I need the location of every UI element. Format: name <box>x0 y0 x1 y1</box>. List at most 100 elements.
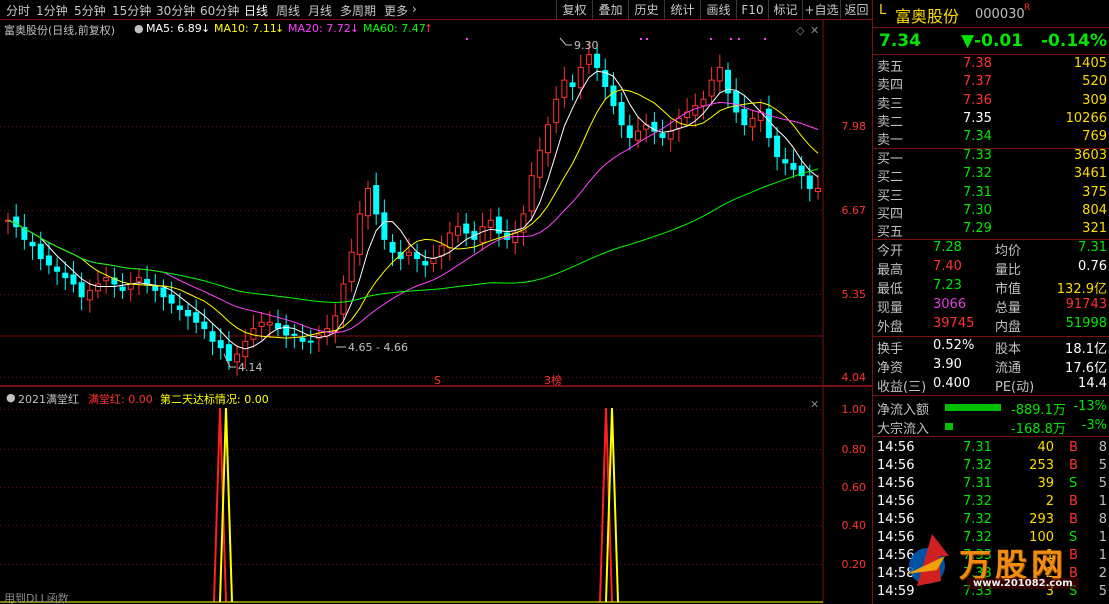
candle-body <box>45 255 52 266</box>
candle-body <box>700 98 707 107</box>
tab-60min[interactable]: 60分钟 <box>200 2 239 19</box>
price-row: 7.34 ▼-0.01 -0.14% <box>873 31 1109 53</box>
candle-body <box>225 344 232 361</box>
candle-body <box>659 133 666 138</box>
candle-body <box>774 135 781 158</box>
y-label-3: 5.35 <box>842 288 867 301</box>
candle-body <box>455 226 461 236</box>
candle-body <box>610 85 617 107</box>
ask-row: 卖四 7.37 520 <box>873 74 1109 93</box>
candle-body <box>708 79 715 97</box>
f10-button[interactable]: F10 <box>736 0 768 20</box>
ask-label: 卖三 <box>877 96 904 112</box>
tab-30min[interactable]: 30分钟 <box>156 2 195 19</box>
chart-title: 富奥股份(日线,前复权) <box>4 24 116 37</box>
candle-body <box>37 243 44 260</box>
bid-volume: 804 <box>1082 202 1107 218</box>
mark-button[interactable]: 标记 <box>768 0 802 20</box>
ma20-line <box>7 101 819 334</box>
candle-body <box>741 108 748 126</box>
kline-chart[interactable]: 7.98 6.67 5.35 4.04 1.00 0.80 0.60 0.40 … <box>0 20 872 604</box>
ask-price: 7.37 <box>963 74 992 90</box>
indicator-close-icon[interactable]: ✕ <box>810 398 819 411</box>
flows-divider <box>873 436 1109 437</box>
ask-label: 卖二 <box>877 114 904 130</box>
ma60-arrow-icon: ↑ <box>424 22 434 35</box>
close-icon[interactable]: ✕ <box>810 24 819 37</box>
ma20-arrow-icon: ↓ <box>350 22 360 35</box>
tab-15min[interactable]: 15分钟 <box>112 2 151 19</box>
candle-body <box>594 53 601 68</box>
flow-label: 大宗流入 <box>877 422 930 437</box>
stat2-value: 0.400 <box>933 376 971 391</box>
high-pointer <box>559 37 572 46</box>
ind-y-label-4: 0.40 <box>842 519 867 532</box>
tick-time: 14:56 <box>877 476 915 491</box>
stat-label-2: 均价 <box>995 244 1022 259</box>
tab-more[interactable]: 更多 <box>384 2 408 19</box>
candle-body <box>160 287 167 298</box>
y-label-1: 7.98 <box>842 120 867 133</box>
candle-body <box>365 187 371 217</box>
candle-body <box>553 98 560 123</box>
indicator-line1-legend: 满堂红: 0.00 <box>88 393 153 406</box>
more-chevron-icon[interactable]: › <box>412 2 417 16</box>
indicator-settings-icon[interactable]: ● <box>6 391 16 404</box>
diamond-icon[interactable]: ◇ <box>796 24 805 37</box>
candle-body <box>103 277 110 282</box>
candle-body <box>62 272 69 279</box>
tab-weekly[interactable]: 周线 <box>276 2 300 19</box>
tab-multi-period[interactable]: 多周期 <box>340 2 376 19</box>
candle-body <box>356 213 363 256</box>
stat-label: 最高 <box>877 263 904 278</box>
tab-5min[interactable]: 5分钟 <box>74 2 106 19</box>
flows-divider-top <box>873 395 1109 396</box>
history-button[interactable]: 历史 <box>628 0 664 20</box>
indicator-title: 2021满堂红 <box>18 393 79 406</box>
overlay-button[interactable]: 叠加 <box>592 0 628 20</box>
stats-button[interactable]: 统计 <box>664 0 700 20</box>
tab-monthly[interactable]: 月线 <box>308 2 332 19</box>
ma5-legend: MA5: 6.89 <box>146 22 202 35</box>
add-watchlist-button[interactable]: +自选 <box>802 0 840 20</box>
candle-body <box>422 261 429 266</box>
candle-body <box>782 159 789 164</box>
candle-body <box>806 175 813 189</box>
candle-body <box>307 340 314 343</box>
candle-body <box>446 232 453 249</box>
candle-body <box>299 337 306 342</box>
stat2-value: 3.90 <box>933 357 962 372</box>
tick-row: 14:56 7.32 253 B 5 <box>873 458 1109 477</box>
tick-volume: 2 <box>1045 494 1054 509</box>
candlesticks <box>5 40 821 376</box>
stat-label: 现量 <box>877 301 904 316</box>
tab-daily[interactable]: 日线 <box>244 2 268 19</box>
tick-side: B <box>1069 440 1078 455</box>
tab-fenshi[interactable]: 分时 <box>6 2 30 19</box>
stat-value: 7.28 <box>933 240 962 255</box>
stock-name: 富奥股份 <box>895 7 960 26</box>
stat2-row: 收益(三) 0.400 PE(动) 14.4 <box>873 376 1109 395</box>
stat2-row: 换手 0.52% 股本 18.1亿 <box>873 338 1109 357</box>
bid-volume: 3461 <box>1073 166 1107 182</box>
ma-settings-icon[interactable]: ● <box>134 22 144 35</box>
candle-body <box>626 125 633 138</box>
tick-side: B <box>1069 458 1078 473</box>
fuquan-button[interactable]: 复权 <box>556 0 592 20</box>
bid-price: 7.32 <box>963 166 992 182</box>
tab-1min[interactable]: 1分钟 <box>36 2 68 19</box>
candle-body <box>185 309 191 317</box>
draw-button[interactable]: 画线 <box>700 0 736 20</box>
flow-label: 净流入额 <box>877 403 930 418</box>
bang-marker: 3榜 <box>544 373 562 387</box>
candle-body <box>667 130 674 140</box>
ma10-legend: MA10: 7.11 <box>214 22 277 35</box>
bid-label: 买一 <box>877 152 904 167</box>
stat-label-2: 量比 <box>995 263 1022 278</box>
stat-value: 7.23 <box>933 278 962 293</box>
tick-time: 14:56 <box>877 494 915 509</box>
ask-price: 7.36 <box>963 92 992 108</box>
stat-label-2: 内盘 <box>995 320 1022 335</box>
flow-pct: -13% <box>1073 399 1107 414</box>
back-button[interactable]: 返回 <box>840 0 872 20</box>
